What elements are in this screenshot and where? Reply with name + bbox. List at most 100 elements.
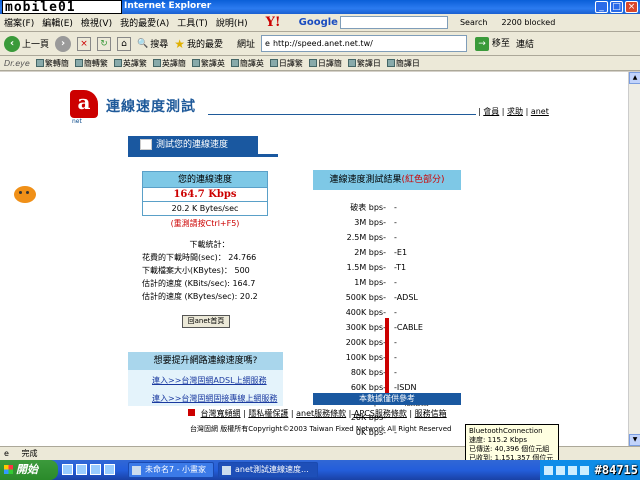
yahoo-logo[interactable]: Y! [266,15,281,30]
dreye-button[interactable]: 日譯簡 [308,58,342,69]
scale-row: 破表 bps- - [332,202,432,214]
dreye-button[interactable]: 簡譯英 [230,58,264,69]
popup-blocked-counter[interactable]: 2200 blocked [501,18,555,27]
scale-tag: -CABLE [394,323,423,332]
tray-icon[interactable] [568,465,577,475]
dreye-button[interactable]: 簡轉繁 [74,58,108,69]
dreye-button[interactable]: 英譯繁 [113,58,147,69]
start-button[interactable]: 開始 [0,460,58,480]
scale-label: 2M bps- [354,248,386,257]
go-button[interactable]: → 移至 [475,36,510,51]
scale-row: 2M bps- -E1 [332,247,432,259]
menu-favorites[interactable]: 我的最愛(A) [120,16,169,29]
tray-icon[interactable] [556,465,565,475]
speed-result-box: 您的連線速度 164.7 Kbps 20.2 K Bytes/sec [142,171,268,216]
scale-label: 3M bps- [354,218,386,227]
dreye-button[interactable]: 繁轉簡 [35,58,69,69]
download-stats: 下載統計： 花費的下載時間(sec)： 24.766 下載檔案大小(KBytes… [142,238,277,303]
search-label: 搜尋 [150,40,169,50]
star-icon: ★ [174,36,186,51]
window-title: Internet Explorer [124,1,212,11]
footer-link[interactable]: anet服務條款 [296,409,346,418]
menu-view[interactable]: 檢視(V) [81,16,112,29]
scroll-up-icon[interactable]: ▲ [629,72,640,84]
close-button[interactable]: × [625,1,638,13]
minimize-button[interactable]: _ [595,1,608,13]
dreye-button[interactable]: 英譯簡 [152,58,186,69]
section-banner: 測試您的連線速度 [128,136,258,154]
anet-logo[interactable]: a [70,90,98,118]
anet-home-button[interactable]: 回anet首頁 [182,315,230,328]
maximize-button[interactable]: □ [610,1,623,13]
scale-row: 1M bps- - [332,277,432,289]
page-done-icon: e [4,449,9,458]
retest-hint: (重測請按Ctrl+F5) [170,219,240,228]
home-icon[interactable]: ⌂ [117,36,132,51]
favorites-button[interactable]: ★ 我的最愛 [174,37,223,51]
taskbar-item-paint[interactable]: 未命名7 - 小畫家 [128,462,214,478]
bluetooth-tooltip: BluetoothConnection 速度: 115.2 Kbps 已傳送: … [465,424,559,471]
scale-row: 100K bps- - [332,352,432,364]
scroll-down-icon[interactable]: ▼ [629,434,640,446]
refresh-icon[interactable]: ↻ [97,36,112,51]
tray-icon[interactable] [544,465,553,475]
web-page: a net 連線速度測試 | 會員 | 求助 | anet 測試您的連線速度 您… [0,72,628,446]
google-search-button[interactable]: Search [460,18,487,27]
vertical-scrollbar[interactable]: ▲ ▼ [628,72,640,446]
page-icon: e [265,39,270,48]
promo-title: 想要提升網路連線速度嗎? [128,352,283,370]
link-help[interactable]: 求助 [507,107,523,116]
banner-underline [128,154,278,157]
quick-launch-icon[interactable] [76,464,87,475]
search-button[interactable]: 🔍 搜尋 [137,37,169,51]
stats-row: 估計的速度 (KBits/sec): 164.7 [142,279,256,288]
menu-file[interactable]: 檔案(F) [4,16,34,29]
forward-button[interactable]: › [55,35,72,52]
scale-tag: -E1 [394,248,408,257]
dreye-button[interactable]: 繁譯英 [191,58,225,69]
dreye-button[interactable]: 繁譯日 [347,58,381,69]
link-anet[interactable]: anet [531,107,549,116]
adsl-link[interactable]: 連入>>台灣固網ADSL上網服務 [152,375,267,386]
scale-label: 破表 bps- [350,203,386,212]
back-arrow-icon: ‹ [4,35,20,52]
title-bar: mobile01 Internet Explorer _ □ × [0,0,640,15]
menu-tools[interactable]: 工具(T) [177,16,208,29]
link-member[interactable]: 會員 [483,107,499,116]
leased-line-link[interactable]: 連入>>台灣固網固接專線上網服務 [152,393,277,404]
links-button[interactable]: 連結 [516,37,534,50]
scale-label: 1.5M bps- [346,263,386,272]
menu-help[interactable]: 說明(H) [216,16,248,29]
footer-link[interactable]: 服務信箱 [415,409,447,418]
scale-label: 300K bps- [345,323,386,332]
google-logo[interactable]: Google [299,17,338,28]
menu-edit[interactable]: 編輯(E) [42,16,73,29]
smiley-icon [14,186,36,203]
page-title: 連線速度測試 [106,99,196,115]
result-header-red: (紅色部分) [401,175,445,185]
address-bar[interactable]: e http://speed.anet.net.tw/ [261,35,468,52]
footer-link[interactable]: 台灣寬頻網 [201,409,241,418]
scale-row: 1.5M bps- -T1 [332,262,432,274]
tray-icon[interactable] [580,465,589,475]
quick-launch-icon[interactable] [104,464,115,475]
taskbar-item-browser[interactable]: anet測試連線速度... [218,462,318,478]
stats-row: 下載檔案大小(KBytes)： 500 [142,266,250,275]
go-label: 移至 [491,39,510,49]
dreye-button[interactable]: 簡譯日 [386,58,420,69]
title-underline [208,114,476,115]
stop-icon[interactable]: × [77,36,92,51]
quick-launch-icon[interactable] [90,464,101,475]
quick-launch [62,464,115,475]
footer-logo-icon [188,409,195,416]
scale-label: 500K bps- [345,293,386,302]
footer-link[interactable]: APCS服務條款 [354,409,407,418]
footer-link[interactable]: 隱私權保護 [248,409,288,418]
dreye-button[interactable]: 日譯繁 [269,58,303,69]
copyright: 台灣固網 版權所有Copyright©2003 Taiwan Fixed Net… [190,425,452,433]
speed-level-bar [385,318,389,393]
quick-launch-icon[interactable] [62,464,73,475]
result-header-text: 連線速度測試結果 [329,175,402,185]
google-search-input[interactable] [339,16,448,29]
back-button[interactable]: ‹ 上一頁 [4,35,49,52]
